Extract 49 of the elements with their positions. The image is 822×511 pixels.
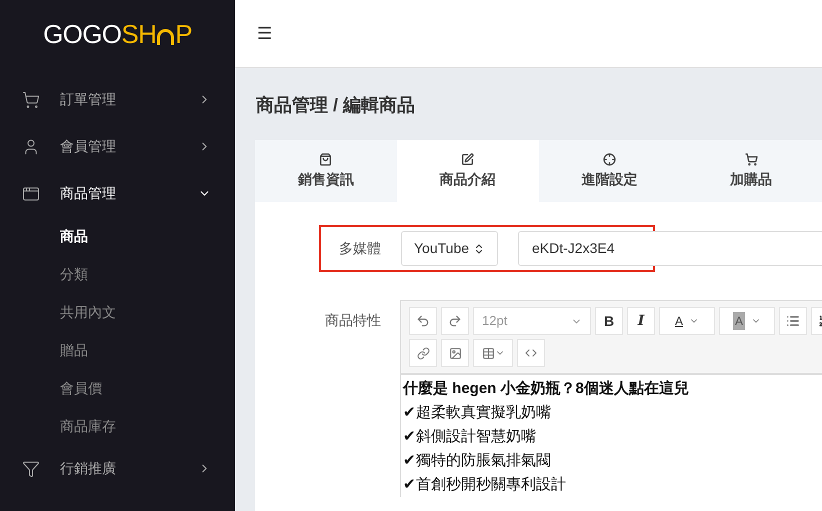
sidebar-item[interactable]: 行銷推廣 [0, 445, 235, 492]
submenu-item[interactable]: 分類 [0, 255, 235, 293]
cart-icon [22, 90, 40, 108]
bag-icon [319, 152, 332, 166]
filter-icon [22, 460, 40, 478]
italic-button[interactable]: I [627, 307, 655, 335]
submenu-item[interactable]: 共用內文 [0, 293, 235, 331]
image-button[interactable] [441, 339, 469, 367]
undo-button[interactable] [409, 307, 437, 335]
editor-text-line: ✔斜側設計智慧奶嘴 [403, 427, 537, 447]
target-icon [602, 152, 616, 166]
code-button[interactable] [517, 339, 545, 367]
media-select[interactable]: YouTube [401, 231, 498, 266]
editor-text-line: ✔獨特的防脹氣排氣閥 [403, 451, 552, 471]
submenu-item[interactable]: 商品庫存 [0, 407, 235, 445]
undo-icon [416, 314, 430, 328]
code-icon [525, 347, 537, 359]
link-button[interactable] [409, 339, 437, 367]
logo-icon [157, 28, 174, 44]
video-id-input[interactable]: eKDt-J2x3E4 [518, 231, 822, 266]
logo: GOGOSH P [43, 18, 192, 50]
submenu-item[interactable]: 會員價 [0, 369, 235, 407]
redo-icon [448, 314, 462, 328]
bullet-list-button[interactable] [779, 307, 807, 335]
image-icon [448, 346, 462, 360]
field-label: 多媒體 [339, 239, 381, 258]
menu-button[interactable]: ☰ [257, 20, 272, 46]
link-icon [416, 346, 430, 360]
edit-icon [461, 152, 474, 166]
bold-button[interactable]: B [595, 307, 623, 335]
sidebar-item[interactable]: 訂單管理 [0, 76, 235, 123]
tab[interactable]: 商品介紹 [396, 140, 538, 202]
page-title: 商品管理 / 編輯商品 [255, 94, 416, 117]
bullet-list-icon [786, 314, 800, 328]
cart-icon [744, 152, 758, 166]
submenu-item[interactable]: 商品 [0, 217, 235, 255]
editor-text-line: 什麼是 hegen 小金奶瓶？8個迷人點在這兒 [403, 379, 690, 399]
text-color-button[interactable]: A [659, 307, 715, 335]
editor-text-line: ✔超柔軟真實擬乳奶嘴 [403, 403, 552, 423]
rich-text-editor[interactable]: 12pt B I A A 什麼是 hegen 小金奶瓶？8個迷人點在這兒 ✔超柔軟真實擬乳奶嘴 ✔斜側設計智慧奶嘴 ✔獨特的防脹氣排氣閥 ✔首創秒開秒關專利設計 [400, 300, 822, 497]
table-icon [482, 346, 494, 360]
sidebar-item[interactable]: 商品管理 [0, 170, 235, 217]
table-button[interactable] [473, 339, 513, 367]
sidebar-item[interactable]: 會員管理 [0, 123, 235, 170]
submenu-item[interactable]: 贈品 [0, 331, 235, 369]
field-label: 商品特性 [325, 311, 382, 330]
editor-text-line: ✔首創秒開秒關專利設計 [403, 475, 567, 495]
window-icon [22, 184, 40, 202]
redo-button[interactable] [441, 307, 469, 335]
